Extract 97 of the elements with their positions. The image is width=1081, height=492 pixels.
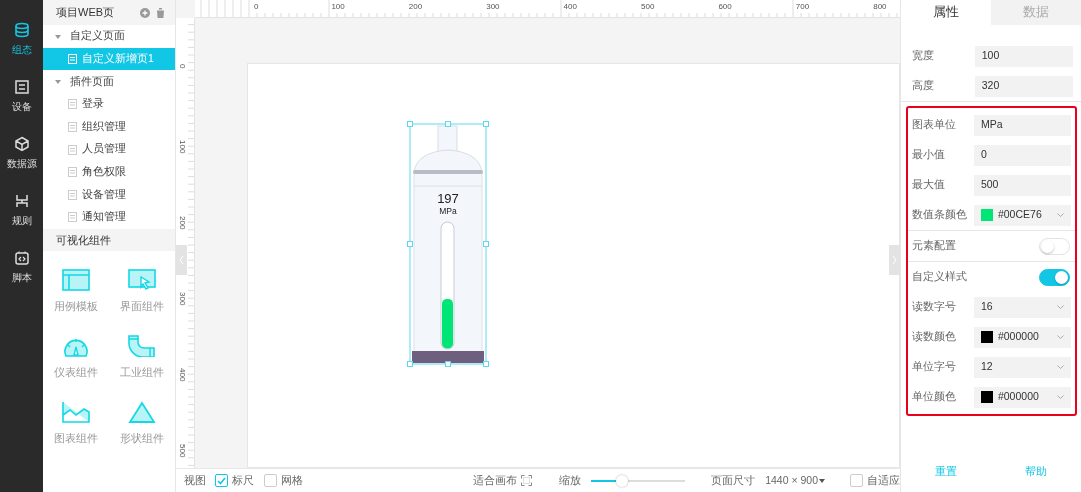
script-icon	[13, 250, 30, 267]
tree-item[interactable]: 组织管理	[43, 115, 175, 138]
ruler-label: 200	[178, 216, 187, 230]
property-label: 读数颜色	[912, 329, 957, 345]
ruler-label: 500	[178, 444, 187, 458]
ruler-label: 100	[331, 2, 345, 11]
tree-item[interactable]: 通知管理	[43, 205, 175, 229]
tree-item[interactable]: 设备管理	[43, 183, 175, 206]
area-chart-icon	[62, 400, 90, 423]
property-label: 单位字号	[912, 359, 957, 375]
ruler-label: 100	[178, 140, 187, 154]
checkbox[interactable]: 标尺	[215, 472, 254, 489]
tree-item[interactable]: 人员管理	[43, 137, 175, 161]
check-icon	[217, 476, 226, 485]
property-label: 读数字号	[912, 299, 957, 315]
layout-icon	[62, 269, 90, 292]
input-field[interactable]: 320	[974, 75, 1073, 97]
cube-icon	[13, 136, 30, 153]
ruler-label: 600	[718, 2, 732, 11]
triangle-icon	[128, 400, 156, 423]
page-icon	[68, 99, 77, 110]
caret-down-icon	[55, 78, 61, 85]
page-icon	[68, 167, 77, 178]
gauge-unit: MPa	[439, 206, 457, 216]
page-icon	[68, 122, 77, 132]
tree-item[interactable]: 登录	[43, 92, 175, 116]
color-select[interactable]: #000000	[973, 386, 1071, 408]
tree-folder[interactable]: 自定义页面	[43, 25, 175, 48]
list-icon	[13, 79, 30, 96]
input-field[interactable]: 500	[973, 174, 1071, 196]
color-select[interactable]: #000000	[973, 326, 1071, 348]
gauge-reading: 197	[437, 191, 459, 206]
page-icon	[68, 54, 77, 65]
page-size-label: 页面尺寸	[711, 472, 756, 488]
chevron-down-icon	[1057, 213, 1064, 218]
rail-tab[interactable]: 数据源	[0, 136, 43, 180]
fit-canvas-button[interactable]: 适合画布	[473, 472, 532, 489]
tree-item[interactable]: 角色权限	[43, 160, 175, 184]
ruler-label: 0	[254, 2, 259, 11]
ruler-label: 400	[178, 368, 187, 382]
page-icon	[68, 144, 77, 155]
property-label: 宽度	[912, 48, 935, 64]
trash-icon	[156, 8, 165, 19]
ruler-label: 800	[873, 2, 887, 11]
page-size-dropdown[interactable]: 1440 × 900	[765, 472, 825, 489]
ruler-label: 500	[641, 2, 655, 11]
property-label: 数值条颜色	[912, 207, 968, 223]
fit-icon	[521, 475, 532, 487]
property-label: 单位颜色	[912, 389, 957, 405]
ruler-label: 300	[486, 2, 500, 11]
tree-folder[interactable]: 插件页面	[43, 70, 175, 93]
chevron-down-icon	[1057, 395, 1064, 400]
caret-down-icon	[55, 33, 61, 40]
input-field[interactable]: MPa	[973, 114, 1071, 136]
checkbox[interactable]: 网格	[264, 472, 303, 489]
chevron-left-icon	[179, 256, 184, 264]
panel-title: 项目WEB页	[56, 5, 116, 21]
property-label: 元素配置	[912, 238, 957, 254]
property-label: 高度	[912, 78, 935, 94]
select-field[interactable]: 16	[973, 296, 1071, 318]
collapse-handle[interactable]	[176, 245, 187, 275]
property-label: 最小值	[912, 147, 946, 163]
collapse-handle[interactable]	[889, 245, 900, 275]
rail-tab[interactable]: 规则	[0, 193, 43, 237]
database-icon	[13, 22, 30, 39]
ruler-label: 300	[178, 292, 187, 306]
caret-down-icon	[819, 478, 825, 483]
input-field[interactable]: 100	[974, 45, 1073, 67]
zoom-slider[interactable]	[591, 474, 686, 487]
window-cursor-icon	[128, 269, 156, 292]
add-icon	[140, 8, 150, 19]
rail-tab[interactable]: 脚本	[0, 250, 43, 294]
select-field[interactable]: 12	[973, 356, 1071, 378]
rail-tab[interactable]: 组态	[0, 22, 43, 66]
branch-icon	[13, 193, 30, 210]
toggle-switch[interactable]	[1039, 268, 1070, 286]
chevron-down-icon	[1057, 365, 1064, 370]
ruler-label: 400	[563, 2, 577, 11]
pipe-elbow-icon	[128, 335, 156, 358]
page-icon	[68, 212, 77, 223]
zoom-label: 缩放	[559, 472, 581, 488]
property-label: 最大值	[912, 177, 946, 193]
chevron-right-icon	[892, 256, 897, 264]
checkbox[interactable]: 自适应	[850, 472, 900, 489]
input-field[interactable]: 0	[973, 144, 1071, 166]
ruler-label: 0	[178, 64, 187, 69]
ruler-label: 700	[795, 2, 810, 11]
rail-tab[interactable]: 设备	[0, 79, 43, 123]
view-label: 视图	[184, 472, 206, 488]
section-title: 可视化组件	[43, 229, 175, 252]
ruler-label: 200	[408, 2, 423, 11]
property-label: 自定义样式	[912, 269, 968, 285]
chevron-down-icon	[1057, 335, 1064, 340]
property-label: 图表单位	[912, 117, 957, 133]
color-select[interactable]: #00CE76	[973, 204, 1071, 226]
page-icon	[68, 189, 77, 200]
chevron-down-icon	[1057, 305, 1064, 310]
